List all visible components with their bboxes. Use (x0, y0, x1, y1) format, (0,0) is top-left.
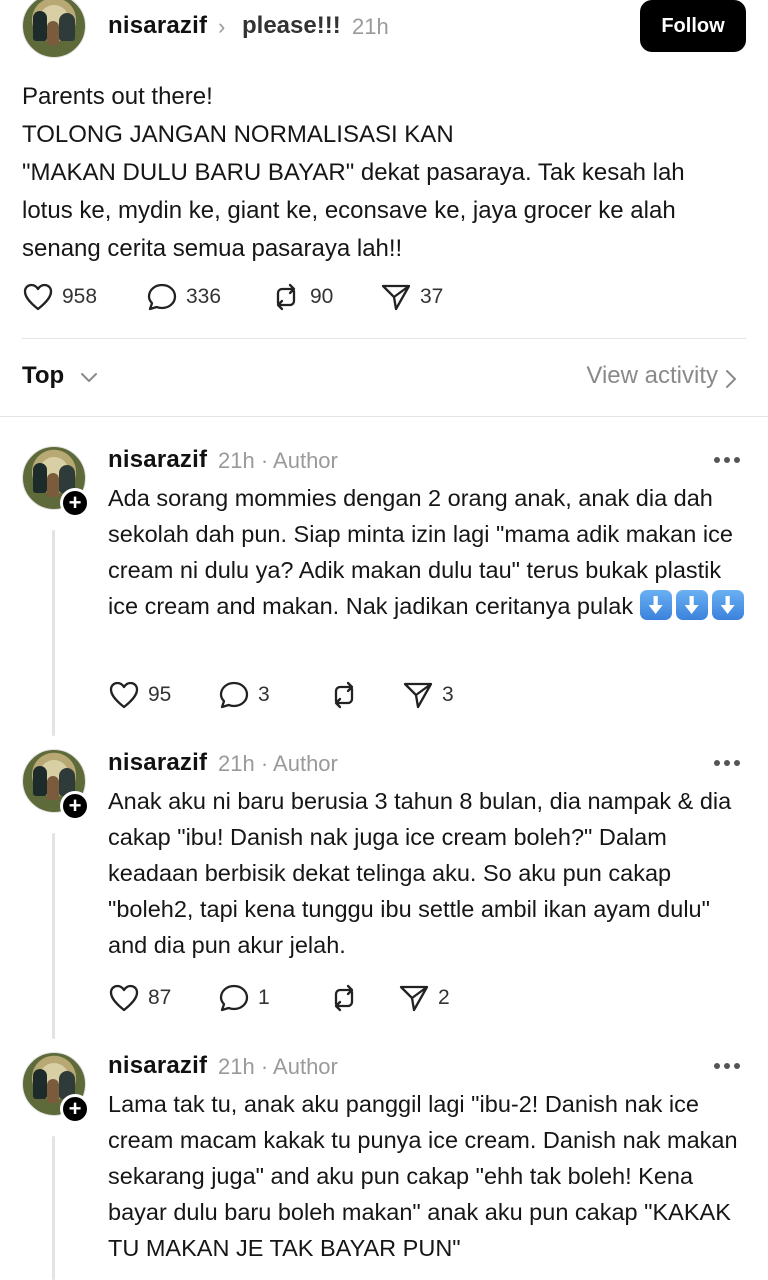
divider (0, 416, 768, 417)
reply-username[interactable]: nisarazif (108, 446, 207, 474)
post-topic[interactable]: please!!! (242, 12, 341, 40)
post-time: 21h (352, 14, 389, 39)
repost-button[interactable]: 90 (270, 282, 380, 312)
repost-button[interactable] (328, 983, 398, 1013)
repost-button[interactable] (328, 680, 402, 710)
reply-username[interactable]: nisarazif (108, 749, 207, 777)
post-header: nisarazif › please!!! 21h Follow (0, 0, 768, 60)
share-button[interactable]: 2 (398, 983, 508, 1013)
chevron-down-icon[interactable] (78, 366, 100, 388)
arrow-down-emoji (639, 590, 672, 620)
repost-icon (334, 681, 354, 709)
chevron-right-icon: › (218, 14, 226, 39)
like-count: 95 (148, 683, 172, 706)
like-button[interactable]: 95 (108, 680, 218, 710)
reply-meta: 21h · Author (218, 1054, 338, 1079)
follow-button[interactable]: Follow (640, 0, 746, 52)
comment-count: 3 (258, 683, 270, 706)
post-line: lotus ke, mydin ke, giant ke, econsave k… (22, 197, 676, 224)
comment-button[interactable]: 3 (218, 680, 328, 710)
comment-count: 1 (258, 986, 270, 1009)
heart-icon (109, 984, 139, 1012)
follow-plus-icon[interactable]: + (60, 1094, 90, 1124)
reply-item: + nisarazif 21h · Author Anak aku ni bar… (0, 749, 768, 1039)
follow-plus-icon[interactable]: + (60, 791, 90, 821)
send-icon (381, 284, 411, 311)
send-icon (399, 985, 429, 1012)
heart-icon (109, 681, 139, 709)
more-icon[interactable] (714, 759, 740, 767)
post-line: TOLONG JANGAN NORMALISASI KAN (22, 121, 454, 148)
sort-dropdown[interactable]: Top (22, 362, 64, 390)
sort-row: Top View activity (22, 362, 746, 396)
reply-actions: 95 3 3 (108, 680, 512, 710)
repost-icon (276, 283, 296, 311)
share-button[interactable]: 3 (402, 680, 512, 710)
post-username[interactable]: nisarazif (108, 12, 207, 40)
view-activity-link[interactable]: View activity (586, 362, 718, 390)
reply-meta: 21h · Author (218, 751, 338, 776)
like-count: 958 (62, 285, 98, 308)
reply-username[interactable]: nisarazif (108, 1052, 207, 1080)
thread-line (52, 530, 55, 736)
thread-line (52, 833, 55, 1039)
comment-icon (147, 283, 177, 311)
reply-text: Ada sorang mommies dengan 2 orang anak, … (108, 480, 748, 624)
send-icon (403, 682, 433, 709)
comment-count: 336 (186, 285, 222, 308)
repost-icon (334, 984, 354, 1012)
avatar[interactable] (22, 0, 86, 58)
chevron-right-icon[interactable] (724, 368, 738, 390)
like-button[interactable]: 958 (22, 282, 146, 312)
more-icon[interactable] (714, 456, 740, 464)
post-actions: 958 336 90 37 (22, 282, 490, 312)
reply-item: + nisarazif 21h · Author Ada sorang momm… (0, 446, 768, 736)
comment-button[interactable]: 336 (146, 282, 270, 312)
arrow-down-emoji (675, 590, 708, 620)
reply-item: + nisarazif 21h · Author Lama tak tu, an… (0, 1052, 768, 1280)
more-icon[interactable] (714, 1062, 740, 1070)
share-count: 37 (420, 285, 444, 308)
like-button[interactable]: 87 (108, 983, 218, 1013)
reply-text: Lama tak tu, anak aku panggil lagi "ibu-… (108, 1091, 738, 1261)
post-line: "MAKAN DULU BARU BAYAR" dekat pasaraya. … (22, 159, 685, 186)
share-count: 3 (442, 683, 454, 706)
post-line: Parents out there! (22, 83, 213, 110)
comment-button[interactable]: 1 (218, 983, 328, 1013)
divider (22, 338, 746, 339)
share-button[interactable]: 37 (380, 282, 490, 312)
thread-line (52, 1136, 55, 1280)
post-body: Parents out there! TOLONG JANGAN NORMALI… (22, 78, 746, 268)
comment-icon (219, 984, 249, 1012)
reply-meta: 21h · Author (218, 448, 338, 473)
arrow-down-emoji (711, 590, 744, 620)
share-count: 2 (438, 986, 450, 1009)
reply-actions: 87 1 2 (108, 983, 508, 1013)
repost-count: 90 (310, 285, 334, 308)
reply-text: Anak aku ni baru berusia 3 tahun 8 bulan… (108, 788, 732, 958)
heart-icon (23, 283, 53, 311)
follow-plus-icon[interactable]: + (60, 488, 90, 518)
comment-icon (219, 681, 249, 709)
like-count: 87 (148, 986, 172, 1009)
post-line: senang cerita semua pasaraya lah!! (22, 235, 403, 262)
